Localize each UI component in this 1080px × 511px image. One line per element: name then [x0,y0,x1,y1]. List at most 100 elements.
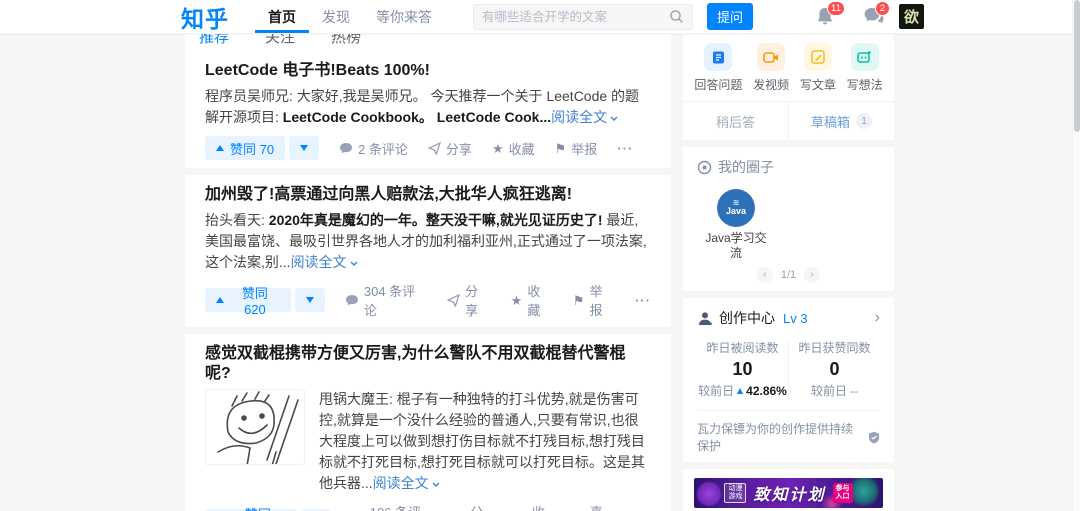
downvote-icon [300,145,308,151]
answer-question-button[interactable]: 回答问题 [694,43,742,93]
main-nav: 首页 发现 等你来答 [255,0,445,33]
upvote-icon [216,297,224,303]
favorite-button[interactable]: ★收藏 [511,281,553,319]
share-icon [447,294,460,307]
share-button[interactable]: 分享 [447,281,490,319]
video-camera-icon [757,43,785,71]
tab-recommend[interactable]: 推荐 [199,34,229,47]
feed-card: 感觉双截棍携带方便又厉害,为什么警队不用双截棍替代警棍呢? [185,334,671,511]
read-more-link[interactable]: 阅读全文 [291,254,359,270]
report-button[interactable]: ⚑举报 [573,281,615,319]
share-button[interactable]: 分享 [428,139,472,158]
search-box[interactable] [473,4,693,30]
pager-prev-button[interactable]: ‹ [757,267,773,283]
action-bar: 赞同 70 2 条评论 分享 ★收藏 ⚑举报 ··· [205,136,651,160]
nav-item-discover[interactable]: 发现 [309,0,363,33]
messages-button[interactable]: 2 [863,6,885,28]
feed-card: 加州毁了!高票通过向黑人赔款法,大批华人疯狂逃离! 抬头看天: 2020年真是魔… [185,175,671,327]
post-video-button[interactable]: 发视频 [753,43,789,93]
more-button[interactable]: ··· [635,293,651,308]
trend-up-icon [737,388,743,394]
post-title[interactable]: 感觉双截棍携带方便又厉害,为什么警队不用双截棍替代警棍呢? [205,344,651,384]
creator-level[interactable]: Lv 3 [783,311,808,326]
user-avatar[interactable]: 欲 [899,4,924,29]
flag-icon: ⚑ [555,142,567,155]
circle-item-java[interactable]: ≋ Java Java学习交流 [705,189,767,261]
action-bar: 赞同 620 304 条评论 分享 ★收藏 ⚑举报 ··· [205,281,651,319]
banner-decoration [696,481,722,507]
messages-badge: 2 [875,1,890,16]
downvote-button[interactable] [289,136,319,160]
wali-protection-note: 瓦力保镖为你的创作提供持续保护 [697,410,880,454]
pager-next-button[interactable]: › [804,267,820,283]
feed-tab-bar: 推荐 关注 热榜 [185,34,671,51]
chevron-right-icon[interactable]: › [875,309,880,327]
comments-button[interactable]: 106 条评论 [351,502,433,511]
drafts-count-badge: 1 [856,113,872,129]
read-more-link[interactable]: 阅读全文 [373,475,441,491]
answer-doc-icon [704,43,732,71]
flag-icon: ⚑ [573,294,585,307]
notifications-badge: 11 [827,1,845,16]
search-input[interactable] [482,10,669,24]
nav-item-home[interactable]: 首页 [255,0,309,33]
circle-name: Java学习交流 [705,231,767,261]
post-excerpt: 抬头看天: 2020年真是魔幻的一年。整天没干嘛,就光见证历史了! 最近,美国最… [205,210,651,273]
nav-item-waiting[interactable]: 等你来答 [363,0,445,33]
zhizhi-plan-banner[interactable]: 动漫游戏 致知计划 参与入口 [694,478,883,508]
answer-later-button[interactable]: 稍后答 [683,102,789,140]
top-navbar: 知乎 首页 发现 等你来答 提问 11 2 欲 [0,0,1080,34]
read-more-link[interactable]: 阅读全文 [551,109,619,125]
page-scrollbar[interactable] [1072,0,1080,511]
comment-icon [339,142,353,155]
feed-column: 推荐 关注 热榜 LeetCode 电子书!Beats 100%! 程序员吴师兄… [185,34,671,511]
creator-center-title[interactable]: 创作中心 [719,308,775,328]
star-icon: ★ [492,142,504,155]
promo-card: 动漫游戏 致知计划 参与入口 Live 书店 圆桌 [683,469,894,511]
tab-follow[interactable]: 关注 [265,34,295,47]
favorite-button[interactable]: ★收藏 [515,502,557,511]
circle-target-icon [697,160,712,175]
pager-position: 1/1 [781,269,796,281]
report-button[interactable]: ⚑举报 [555,139,598,158]
star-icon: ★ [511,294,523,307]
favorite-button[interactable]: ★收藏 [492,139,535,158]
banner-cta-button[interactable]: 参与入口 [833,483,853,503]
creator-stats: 昨日被阅读数 10 较前日 42.86% 昨日获赞同数 0 较前日 -- [697,339,880,399]
zhihu-logo[interactable]: 知乎 [181,0,229,34]
post-excerpt: 甩锅大魔王: 棍子有一种独特的打斗优势,就是伤害可控,就算是一个没什么经验的普通… [319,389,651,494]
scrollbar-thumb[interactable] [1074,0,1080,132]
banner-tag: 动漫游戏 [724,483,746,503]
drafts-button[interactable]: 草稿箱 1 [789,102,894,140]
upvote-button[interactable]: 赞同 620 [205,288,291,312]
write-article-button[interactable]: 写文章 [800,43,836,93]
more-button[interactable]: ··· [617,141,633,156]
comments-button[interactable]: 304 条评论 [345,281,427,319]
pencil-icon [804,43,832,71]
search-icon[interactable] [669,9,684,24]
circle-avatar: ≋ Java [717,189,755,227]
header-icons: 11 2 [815,0,885,33]
post-thumbnail[interactable] [205,389,305,465]
post-title[interactable]: 加州毁了!高票通过向黑人赔款法,大批华人疯狂逃离! [205,185,651,205]
share-icon [428,142,441,155]
comments-button[interactable]: 2 条评论 [339,139,408,158]
idea-icon [851,43,879,71]
downvote-icon [306,297,314,303]
tab-hot[interactable]: 热榜 [331,34,361,47]
stat-upvotes: 昨日获赞同数 0 较前日 -- [789,339,880,399]
downvote-button[interactable] [295,288,325,312]
circles-pager: ‹ 1/1 › [697,267,880,283]
creator-center-card: 创作中心 Lv 3 › 昨日被阅读数 10 较前日 42.86% 昨日获赞同数 … [683,298,894,462]
notifications-button[interactable]: 11 [815,6,837,28]
write-idea-button[interactable]: 写想法 [847,43,883,93]
stat-reads: 昨日被阅读数 10 较前日 42.86% [697,339,789,399]
upvote-icon [216,145,224,151]
ask-question-button[interactable]: 提问 [707,3,753,30]
banner-title: 致知计划 [753,481,825,505]
post-title[interactable]: LeetCode 电子书!Beats 100%! [205,61,651,81]
upvote-button[interactable]: 赞同 70 [205,136,285,160]
like-button[interactable]: ♥喜欢 [577,502,615,511]
comment-icon [345,294,359,307]
share-button[interactable]: 分享 [452,502,495,511]
